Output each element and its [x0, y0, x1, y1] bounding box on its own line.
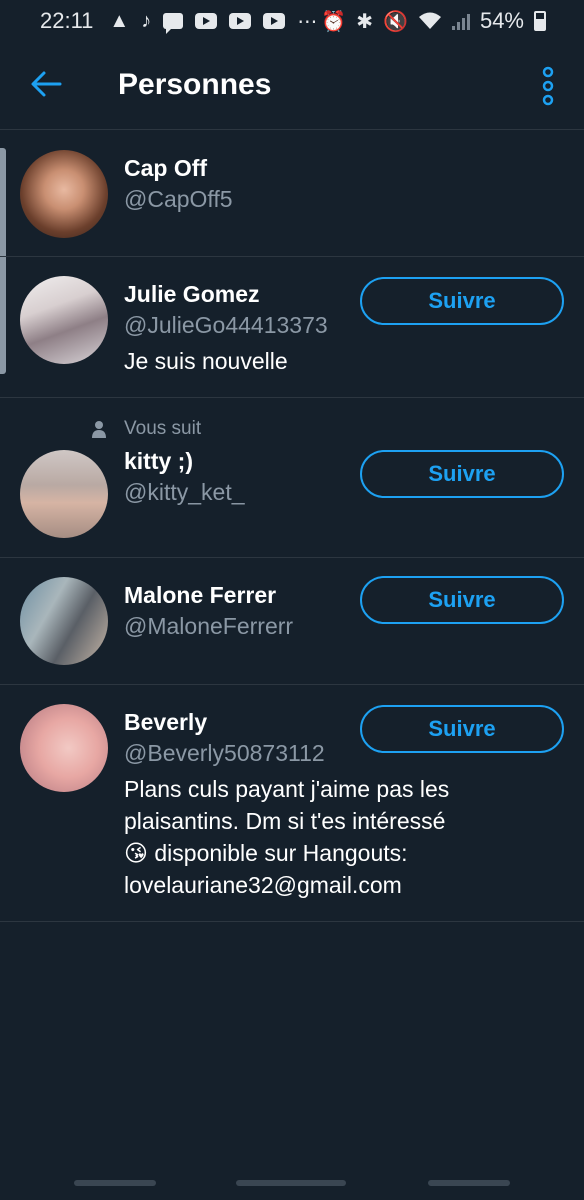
back-arrow-icon[interactable]: [30, 70, 62, 98]
avatar[interactable]: [20, 704, 108, 792]
list-item[interactable]: Julie Gomez @JulieGo44413373 Je suis nou…: [0, 257, 584, 398]
chat-icon: [163, 13, 184, 34]
avatar[interactable]: [20, 150, 108, 238]
user-bio: Plans culs payant j'aime pas les plaisan…: [124, 773, 564, 901]
battery-percent: 54%: [479, 8, 524, 33]
status-bar: 22:11 ▲ ♪ ⋯ ⏰ ✱ 🔇 54%: [0, 0, 584, 42]
nav-recent-button[interactable]: [74, 1180, 156, 1186]
bio-line: 😘 disponible sur Hangouts:: [124, 837, 564, 869]
youtube-icon: [195, 13, 218, 29]
list-item[interactable]: Vous suit kitty ;) @kitty_ket_ Suivre: [0, 398, 584, 558]
bluetooth-icon: ✱: [356, 10, 374, 33]
kiss-emoji-icon: 😘: [124, 840, 148, 866]
people-list: Cap Off @CapOff5 Julie Gomez @JulieGo444…: [0, 131, 584, 922]
youtube-icon: [229, 13, 252, 29]
avatar[interactable]: [20, 276, 108, 364]
user-bio: Je suis nouvelle: [124, 348, 288, 374]
follows-you-label: Vous suit: [90, 418, 564, 440]
status-time: 22:11: [40, 8, 94, 33]
follow-button[interactable]: Suivre: [360, 450, 564, 498]
system-nav-bar: [0, 1164, 584, 1200]
avatar[interactable]: [20, 450, 108, 538]
warning-icon: ▲: [109, 9, 130, 32]
bio-text: disponible sur Hangouts:: [147, 840, 408, 866]
list-item[interactable]: Beverly @Beverly50873112 Plans culs paya…: [0, 685, 584, 922]
page-title: Personnes: [118, 68, 272, 101]
avatar[interactable]: [20, 577, 108, 665]
music-note-icon: ♪: [141, 9, 152, 32]
user-handle: @CapOff5: [124, 186, 233, 212]
list-item[interactable]: Malone Ferrer @MaloneFerrerr Suivre: [0, 558, 584, 685]
status-right: ⏰ ✱ 🔇 54%: [321, 8, 546, 34]
mute-icon: 🔇: [383, 10, 408, 33]
youtube-icon: [263, 13, 286, 29]
bio-line: lovelauriane32@gmail.com: [124, 872, 402, 898]
signal-icon: [451, 12, 470, 30]
follow-button[interactable]: Suivre: [360, 576, 564, 624]
bio-line: plaisantins. Dm si t'es intéressé: [124, 808, 446, 834]
app-header: Personnes: [0, 42, 584, 130]
status-left: 22:11 ▲ ♪ ⋯: [40, 8, 317, 34]
more-dots-icon: ⋯: [297, 10, 318, 33]
list-item[interactable]: Cap Off @CapOff5: [0, 131, 584, 257]
person-icon: [92, 421, 106, 438]
battery-icon: [534, 11, 546, 31]
follows-you-text: Vous suit: [124, 418, 202, 439]
follow-button[interactable]: Suivre: [360, 705, 564, 753]
bio-line: Plans culs payant j'aime pas les: [124, 776, 450, 802]
vertical-dots-icon[interactable]: [538, 66, 558, 106]
nav-home-button[interactable]: [236, 1180, 346, 1186]
user-name[interactable]: Cap Off: [124, 153, 564, 183]
nav-back-button[interactable]: [428, 1180, 510, 1186]
alarm-icon: ⏰: [321, 10, 347, 33]
follow-button[interactable]: Suivre: [360, 277, 564, 325]
wifi-icon: [418, 12, 442, 30]
